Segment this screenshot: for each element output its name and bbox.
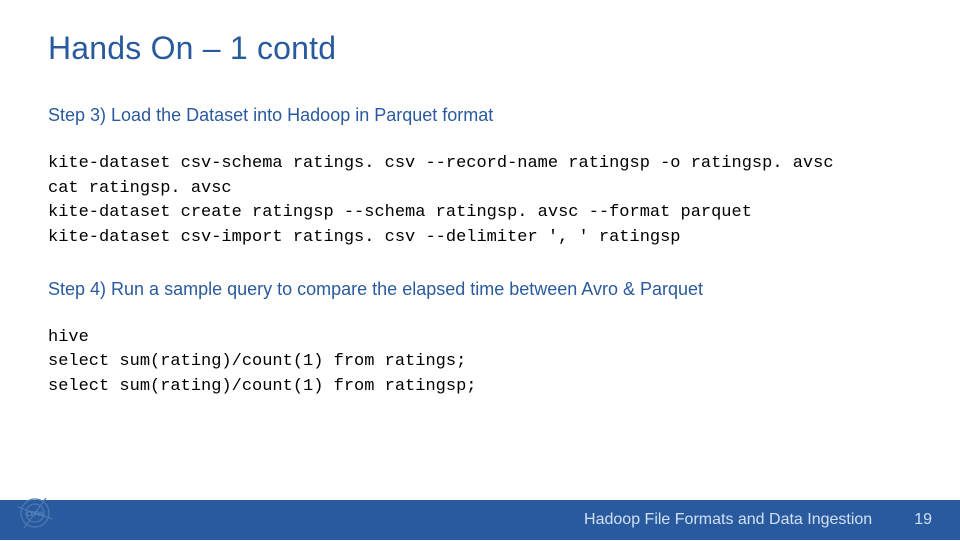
cern-logo-icon: CERN [12, 490, 58, 536]
step3-code: kite-dataset csv-schema ratings. csv --r… [48, 152, 912, 251]
slide-container: Hands On – 1 contd Step 3) Load the Data… [0, 0, 960, 540]
footer-page-number: 19 [914, 511, 932, 529]
slide-title: Hands On – 1 contd [48, 30, 912, 67]
svg-text:CERN: CERN [26, 512, 43, 518]
slide-footer: CERN Hadoop File Formats and Data Ingest… [0, 500, 960, 540]
step3-heading: Step 3) Load the Dataset into Hadoop in … [48, 105, 912, 126]
step4-code: hive select sum(rating)/count(1) from ra… [48, 326, 912, 400]
footer-text: Hadoop File Formats and Data Ingestion [584, 511, 872, 529]
step4-heading: Step 4) Run a sample query to compare th… [48, 279, 912, 300]
